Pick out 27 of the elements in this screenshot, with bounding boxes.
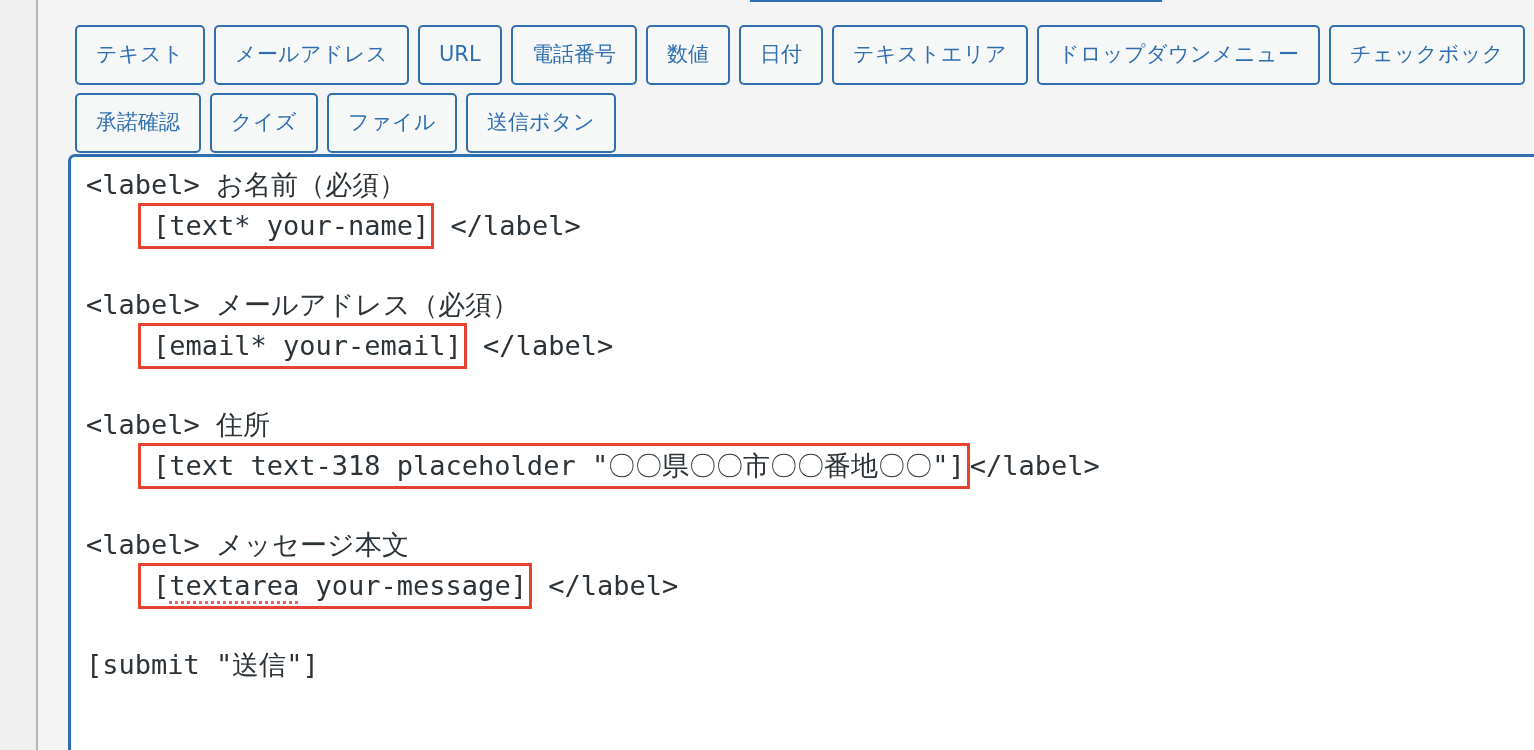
tag-button[interactable]: クイズ [210,93,318,153]
closing-tag: </label> [969,446,1100,486]
code-line: [submit "送信"] [86,648,319,682]
shortcode-tag: [email* your-email] [138,323,467,369]
shortcode-tag: [text text-318 placeholder "〇〇県〇〇市〇〇番地〇〇"] [138,443,970,489]
tag-button[interactable]: 数値 [645,25,730,85]
code-line: <label> 住所 [86,408,271,442]
form-editor-textarea[interactable] [68,154,1534,750]
closing-tag: </label> [466,326,614,366]
closing-tag: </label> [531,566,679,606]
tag-button[interactable]: 日付 [738,25,823,85]
shortcode-tag: [text* your-name] [138,203,435,249]
tag-button[interactable]: テキストエリア [831,25,1028,85]
tag-button[interactable]: ファイル [327,93,457,153]
tag-button[interactable]: 電話番号 [510,25,637,85]
tag-button[interactable]: テキスト [75,25,205,85]
code-line: <label> メールアドレス（必須） [86,288,520,322]
code-line: <label> お名前（必須） [86,168,407,202]
tag-button[interactable]: 承諾確認 [75,93,201,153]
tag-button[interactable]: チェックボック [1328,25,1525,85]
tag-button[interactable]: URL [418,25,502,85]
closing-tag: </label> [434,206,581,246]
tag-button[interactable]: 送信ボタン [466,93,616,153]
shortcode-tag: [textarea your-message] [138,563,532,609]
tag-button[interactable]: ドロップダウンメニュー [1036,25,1320,85]
tag-button[interactable]: メールアドレス [214,25,409,85]
code-line: <label> メッセージ本文 [86,528,410,562]
